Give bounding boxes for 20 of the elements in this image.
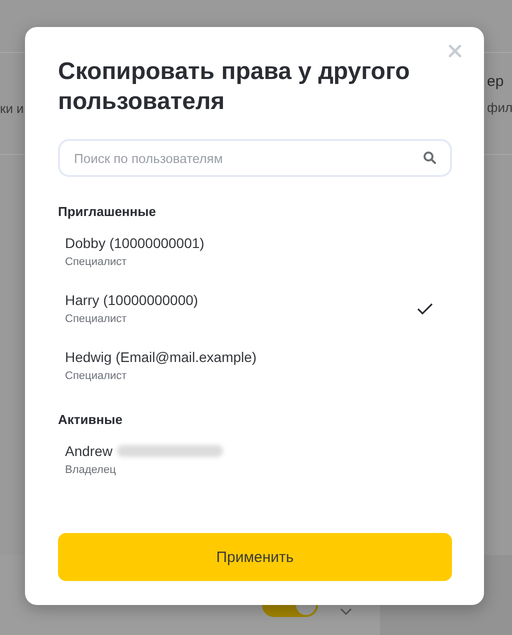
- user-role: Специалист: [65, 256, 128, 268]
- user-item[interactable]: Hedwig (Email@mail.example) Специалист: [58, 341, 452, 390]
- user-item[interactable]: Andrew Владелец: [58, 435, 452, 484]
- user-item[interactable]: Dobby (10000000001) Специалист: [58, 227, 452, 276]
- background-text: ки и: [0, 101, 24, 116]
- user-name: Hedwig (Email@mail.example): [65, 349, 257, 365]
- dialog-title: Скопировать права у другого пользователя: [58, 57, 411, 117]
- section-title: Приглашенные: [58, 204, 157, 219]
- apply-button[interactable]: Применить: [58, 533, 452, 581]
- section-title: Активные: [58, 412, 124, 427]
- user-name: Dobby (10000000001): [65, 235, 204, 251]
- user-item[interactable]: Harry (10000000000) Специалист: [58, 284, 452, 333]
- user-role: Владелец: [65, 464, 117, 476]
- user-name: Andrew: [65, 443, 112, 459]
- search-field[interactable]: Поиск по пользователям: [58, 139, 452, 177]
- background-title: ер: [487, 73, 505, 90]
- background-text: фил: [487, 100, 512, 115]
- user-role: Специалист: [65, 313, 128, 325]
- user-role: Специалист: [65, 370, 128, 382]
- user-name: Harry (10000000000): [65, 292, 198, 308]
